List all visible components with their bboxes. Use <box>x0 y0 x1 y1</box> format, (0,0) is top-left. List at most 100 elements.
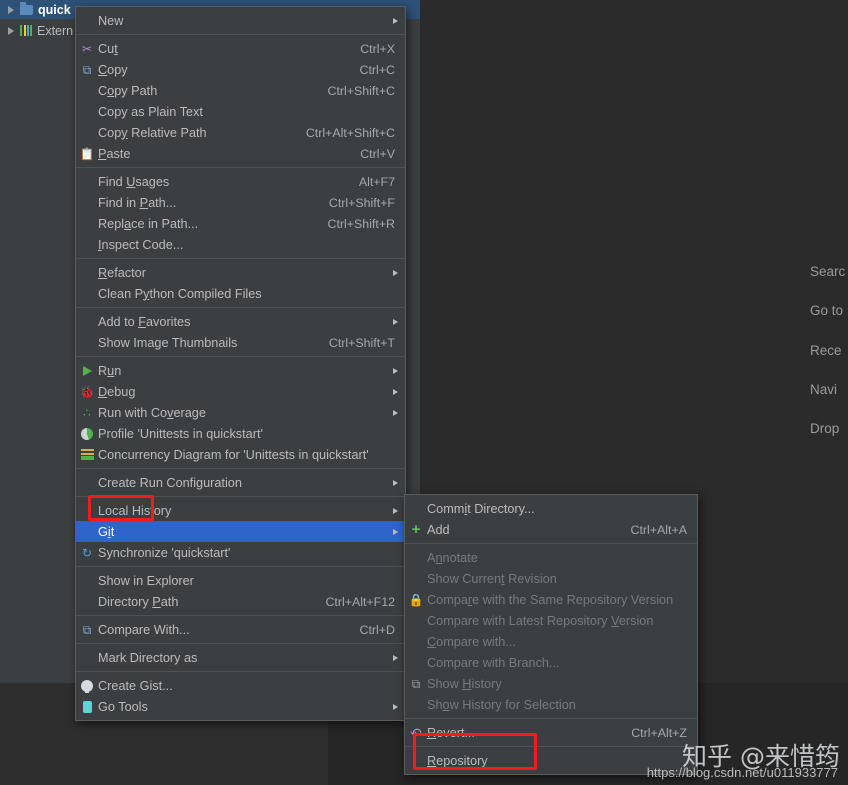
menu-item-cut[interactable]: ✂ Cut Ctrl+X <box>76 38 405 59</box>
menu-item-mark-directory-as[interactable]: Mark Directory as <box>76 647 405 668</box>
submenu-arrow-icon <box>393 507 398 514</box>
menu-item-shortcut: Ctrl+Alt+F12 <box>325 594 395 609</box>
menu-item-create-run-configuration[interactable]: Create Run Configuration <box>76 472 405 493</box>
revert-icon: ↶ <box>410 724 422 741</box>
library-icon <box>20 25 32 36</box>
scissors-icon: ✂ <box>81 41 93 56</box>
menu-item-label: Annotate <box>427 550 478 565</box>
menu-item-label: Copy as Plain Text <box>98 104 203 119</box>
menu-separator <box>76 496 405 497</box>
menu-item-replace-in-path[interactable]: Replace in Path... Ctrl+Shift+R <box>76 213 405 234</box>
menu-item-label: Find in Path... <box>98 195 177 210</box>
menu-item-local-history[interactable]: Local History <box>76 500 405 521</box>
submenu-arrow-icon <box>393 318 398 325</box>
submenu-arrow-icon <box>393 528 398 535</box>
menu-item-go-tools[interactable]: Go Tools <box>76 696 405 717</box>
menu-item-label: Paste <box>98 146 131 161</box>
menu-item-label: Copy <box>98 62 128 77</box>
expand-triangle-icon[interactable] <box>8 5 14 14</box>
menu-item-find-in-path[interactable]: Find in Path... Ctrl+Shift+F <box>76 192 405 213</box>
submenu-arrow-icon <box>393 703 398 710</box>
editor-hint-navi: Navi <box>810 382 838 397</box>
plus-icon: + <box>411 521 421 538</box>
menu-item-compare-with-branch: Compare with Branch... <box>405 652 697 673</box>
menu-item-compare-with[interactable]: ⧉ Compare With... Ctrl+D <box>76 619 405 640</box>
menu-item-show-history-for-selection: Show History for Selection <box>405 694 697 715</box>
menu-separator <box>76 468 405 469</box>
copy-icon: ⧉ <box>82 62 92 77</box>
directory-context-menu[interactable]: New ✂ Cut Ctrl+X ⧉ Copy Ctrl+C Copy Path Ctrl+Sh… <box>75 6 406 721</box>
menu-separator <box>76 566 405 567</box>
menu-item-directory-path[interactable]: Directory Path Ctrl+Alt+F12 <box>76 591 405 612</box>
menu-item-inspect-code[interactable]: Inspect Code... <box>76 234 405 255</box>
menu-item-label: Cut <box>98 41 118 56</box>
menu-item-label: Debug <box>98 384 136 399</box>
menu-item-label: Mark Directory as <box>98 650 198 665</box>
git-submenu[interactable]: Commit Directory... + Add Ctrl+Alt+A Annotat… <box>404 494 698 775</box>
menu-item-show-in-explorer[interactable]: Show in Explorer <box>76 570 405 591</box>
menu-item-create-gist[interactable]: Create Gist... <box>76 675 405 696</box>
submenu-arrow-icon <box>393 479 398 486</box>
menu-item-label: Create Gist... <box>98 678 173 693</box>
menu-item-paste[interactable]: 📋 Paste Ctrl+V <box>76 143 405 164</box>
editor-hint-go-to: Go to <box>810 303 844 318</box>
menu-item-git[interactable]: Git <box>76 521 405 542</box>
menu-item-label: Compare With... <box>98 622 190 637</box>
menu-item-find-usages[interactable]: Find Usages Alt+F7 <box>76 171 405 192</box>
menu-item-label: Create Run Configuration <box>98 475 242 490</box>
menu-item-label: Profile 'Unittests in quickstart' <box>98 426 263 441</box>
menu-item-label: Find Usages <box>98 174 170 189</box>
menu-item-show-image-thumbnails[interactable]: Show Image Thumbnails Ctrl+Shift+T <box>76 332 405 353</box>
menu-item-label: Compare with Branch... <box>427 655 560 670</box>
submenu-arrow-icon <box>393 269 398 276</box>
menu-item-compare-with: Compare with... <box>405 631 697 652</box>
menu-item-clean-python-compiled-files[interactable]: Clean Python Compiled Files <box>76 283 405 304</box>
menu-item-run-with-coverage[interactable]: ∴ Run with Coverage <box>76 402 405 423</box>
history-icon: ⧉ <box>411 676 421 691</box>
menu-item-label: Revert... <box>427 725 475 740</box>
menu-item-label: Synchronize 'quickstart' <box>98 545 231 560</box>
menu-item-add[interactable]: + Add Ctrl+Alt+A <box>405 519 697 540</box>
menu-item-copy[interactable]: ⧉ Copy Ctrl+C <box>76 59 405 80</box>
run-icon <box>76 365 98 376</box>
menu-item-shortcut: Ctrl+Shift+C <box>327 83 395 98</box>
menu-item-revert[interactable]: ↶ Revert... Ctrl+Alt+Z <box>405 722 697 743</box>
menu-item-debug[interactable]: 🐞 Debug <box>76 381 405 402</box>
coverage-icon: ∴ <box>83 405 91 420</box>
sync-icon: ↻ <box>81 545 93 560</box>
editor-hint-drop: Drop <box>810 421 840 436</box>
menu-separator <box>405 718 697 719</box>
submenu-arrow-icon <box>393 388 398 395</box>
menu-item-synchronize-quickstart[interactable]: ↻ Synchronize 'quickstart' <box>76 542 405 563</box>
menu-item-profile-unittests-in-quickstart[interactable]: Profile 'Unittests in quickstart' <box>76 423 405 444</box>
blog-url-watermark: https://blog.csdn.net/u011933777 <box>646 765 838 780</box>
menu-item-copy-path[interactable]: Copy Path Ctrl+Shift+C <box>76 80 405 101</box>
tree-node-label: Extern <box>37 23 74 38</box>
menu-item-copy-relative-path[interactable]: Copy Relative Path Ctrl+Alt+Shift+C <box>76 122 405 143</box>
expand-triangle-icon[interactable] <box>8 26 14 35</box>
menu-item-label: Compare with the Same Repository Version <box>427 592 674 607</box>
editor-hint-searc: Searc <box>810 264 846 279</box>
menu-item-shortcut: Ctrl+V <box>360 146 395 161</box>
menu-separator <box>76 307 405 308</box>
submenu-arrow-icon <box>393 17 398 24</box>
menu-item-label: Run <box>98 363 122 378</box>
submenu-arrow-icon <box>393 409 398 416</box>
menu-item-add-to-favorites[interactable]: Add to Favorites <box>76 311 405 332</box>
menu-item-new[interactable]: New <box>76 10 405 31</box>
menu-item-label: Replace in Path... <box>98 216 199 231</box>
menu-item-label: Local History <box>98 503 172 518</box>
menu-item-shortcut: Ctrl+Shift+F <box>328 195 395 210</box>
menu-item-run[interactable]: Run <box>76 360 405 381</box>
menu-item-label: Git <box>98 524 115 539</box>
menu-item-shortcut: Ctrl+Alt+Shift+C <box>305 125 395 140</box>
menu-item-copy-as-plain-text[interactable]: Copy as Plain Text <box>76 101 405 122</box>
submenu-arrow-icon <box>393 367 398 374</box>
menu-item-commit-directory[interactable]: Commit Directory... <box>405 498 697 519</box>
menu-item-label: Compare with... <box>427 634 516 649</box>
menu-separator <box>76 615 405 616</box>
folder-icon <box>20 1 33 15</box>
menu-separator <box>76 671 405 672</box>
menu-item-refactor[interactable]: Refactor <box>76 262 405 283</box>
menu-item-concurrency-diagram-for-unittests-in-qui[interactable]: Concurrency Diagram for 'Unittests in qu… <box>76 444 405 465</box>
